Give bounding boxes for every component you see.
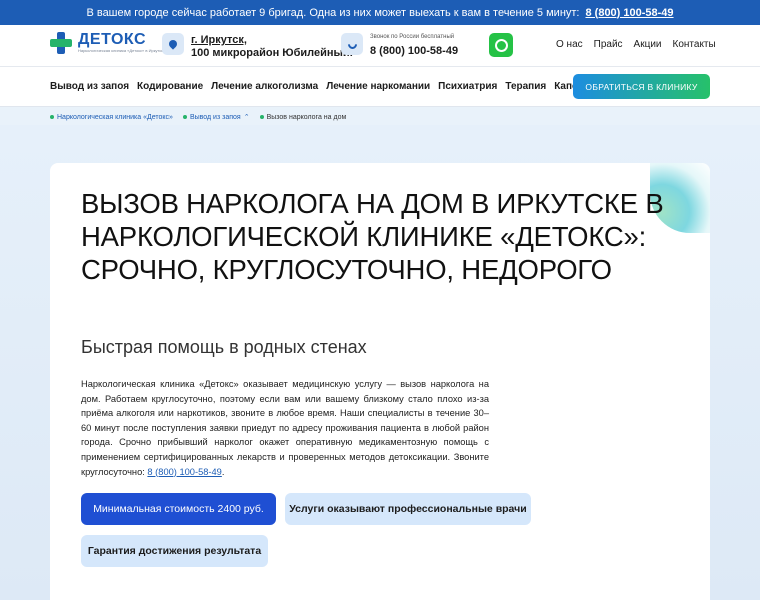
address-block: г. Иркутск, 100 микрорайон Юбилейный. [191, 34, 353, 60]
logo-name: ДЕТОКС [78, 31, 146, 48]
announcement-text: В вашем городе сейчас работает 9 бригад.… [86, 6, 580, 19]
hero-description: Наркологическая клиника «Детокс» оказыва… [81, 377, 489, 479]
result-guarantee-badge: Гарантия достижения результата [81, 535, 268, 567]
breadcrumb-home[interactable]: Наркологическая клиника «Детокс» [57, 114, 173, 121]
page-title: ВЫЗОВ НАРКОЛОГА НА ДОМ В ИРКУТСКЕ В НАРК… [81, 188, 664, 285]
cross-logo-icon [50, 32, 72, 54]
logo-tagline: Наркологическая клиника «Детокс» в Иркут… [78, 48, 166, 53]
link-contacts[interactable]: Контакты [673, 39, 716, 50]
bullet-icon [259, 115, 264, 119]
hero-description-text: Наркологическая клиника «Детокс» оказыва… [81, 379, 489, 477]
nav-item-psychiatry[interactable]: Психиатрия [438, 81, 497, 92]
nav-item-addiction[interactable]: Лечение наркомании [326, 81, 430, 92]
nav-item-withdrawal[interactable]: Вывод из запоя [50, 81, 129, 92]
header-links: О нас Прайс Акции Контакты [556, 39, 716, 50]
link-price[interactable]: Прайс [594, 39, 623, 50]
location-button[interactable] [162, 33, 184, 55]
link-about[interactable]: О нас [556, 39, 583, 50]
top-announcement-bar: В вашем городе сейчас работает 9 бригад.… [0, 0, 760, 25]
phone-icon [345, 37, 359, 51]
announcement-phone-link[interactable]: 8 (800) 100-58-49 [585, 7, 673, 19]
address-text: 100 микрорайон Юбилейный. [191, 47, 353, 59]
whatsapp-icon [494, 38, 508, 52]
bullet-icon [182, 115, 187, 119]
hero-description-end: . [221, 466, 225, 477]
logo[interactable]: ДЕТОКС Наркологическая клиника «Детокс» … [50, 32, 165, 54]
breadcrumb-current: Вызов нарколога на дом [266, 113, 347, 121]
link-promos[interactable]: Акции [634, 39, 662, 50]
nav-item-therapy[interactable]: Терапия [505, 81, 546, 92]
header-phone-link[interactable]: 8 (800) 100-58-49 [370, 44, 458, 58]
min-price-badge: Минимальная стоимость 2400 руб. [81, 493, 276, 525]
city-link[interactable]: г. Иркутск, [191, 34, 353, 47]
contact-clinic-button[interactable]: ОБРАТИТЬСЯ В КЛИНИКУ [573, 74, 710, 99]
location-pin-icon [167, 38, 179, 50]
phone-button[interactable] [341, 33, 363, 55]
chevron-up-icon[interactable]: ⌃ [244, 113, 250, 121]
main-nav: Вывод из запоя Кодирование Лечение алког… [0, 67, 760, 107]
professional-doctors-badge: Услуги оказывают профессиональные врачи [285, 493, 531, 525]
breadcrumb: Наркологическая клиника «Детокс» Вывод и… [50, 113, 346, 121]
bullet-icon [50, 115, 54, 119]
hero-phone-link[interactable]: 8 (800) 100-58-49 [147, 467, 221, 477]
site-header: ДЕТОКС Наркологическая клиника «Детокс» … [0, 25, 760, 67]
breadcrumb-withdrawal[interactable]: Вывод из запоя [190, 114, 241, 121]
nav-item-alcoholism[interactable]: Лечение алкоголизма [211, 81, 318, 92]
call-block: Звонок по России бесплатный 8 (800) 100-… [370, 33, 458, 58]
whatsapp-button[interactable] [489, 33, 513, 57]
page-subtitle: Быстрая помощь в родных стенах [81, 337, 367, 357]
nav-item-coding[interactable]: Кодирование [137, 81, 203, 92]
call-label: Звонок по России бесплатный [370, 34, 455, 40]
